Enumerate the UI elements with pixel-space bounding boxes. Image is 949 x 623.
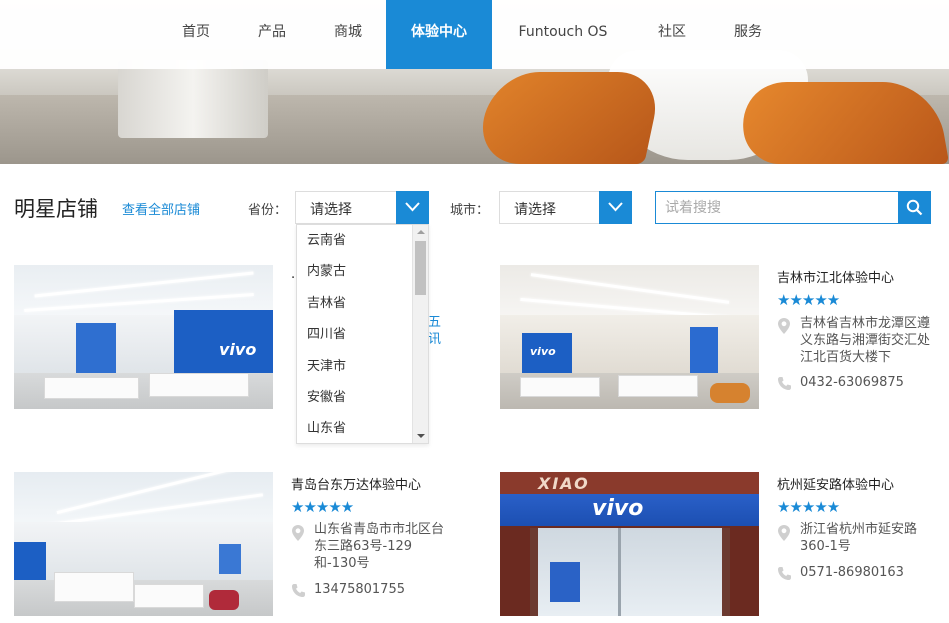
city-select-value: 请选择 <box>514 202 556 218</box>
province-dropdown-button[interactable] <box>396 191 429 224</box>
phone-icon <box>292 584 305 597</box>
nav-item-home[interactable]: 首页 <box>166 0 226 69</box>
dropdown-option[interactable]: 四川省 <box>297 319 428 350</box>
phone-icon <box>778 377 791 390</box>
store-front-image: XIAO vivo <box>500 472 759 616</box>
search-button[interactable] <box>898 191 931 224</box>
store-rating-stars: ★★★★★ <box>777 498 840 516</box>
dropdown-option[interactable]: 云南省 <box>297 225 428 256</box>
store-address: 浙江省杭州市延安路360-1号 <box>800 522 918 554</box>
dropdown-option[interactable]: 天津市 <box>297 351 428 382</box>
hero-chair-left <box>474 72 664 164</box>
store-rating-stars: ★★★★★ <box>291 498 354 516</box>
nav-item-products[interactable]: 产品 <box>242 0 302 69</box>
scroll-up-arrow-icon[interactable] <box>417 230 425 234</box>
location-pin-icon <box>778 318 790 334</box>
store-interior-image: vivo <box>500 265 759 409</box>
nav-item-funtouch-os[interactable]: Funtouch OS <box>506 0 620 69</box>
city-dropdown-button[interactable] <box>599 191 632 224</box>
nav-item-service[interactable]: 服务 <box>718 0 778 69</box>
nav-item-mall[interactable]: 商城 <box>318 0 378 69</box>
scrollbar-thumb[interactable] <box>415 241 426 295</box>
dropdown-option[interactable]: 吉林省 <box>297 288 428 319</box>
scroll-down-arrow-icon[interactable] <box>417 434 425 438</box>
store-address: 山东省青岛市市北区台东三路63号-129和-130号 <box>314 522 445 571</box>
chevron-down-icon <box>608 202 623 212</box>
nav-item-experience-center[interactable]: 体验中心 <box>386 0 492 69</box>
phone-icon <box>778 567 791 580</box>
search-box <box>655 191 931 224</box>
province-dropdown-list: 云南省 内蒙古 吉林省 四川省 天津市 安徽省 山东省 <box>296 224 429 444</box>
store-address-partial: 讯 <box>428 332 442 347</box>
store-name[interactable]: 吉林市江北体验中心 <box>777 267 894 286</box>
store-name[interactable]: 青岛台东万达体验中心 <box>291 474 421 493</box>
dropdown-option[interactable]: 安徽省 <box>297 382 428 413</box>
search-input[interactable] <box>656 192 899 223</box>
store-interior-image: vivo <box>14 265 273 409</box>
province-select-value: 请选择 <box>310 202 352 218</box>
store-rating-stars: ★★★★★ <box>777 291 840 309</box>
view-all-stores-link[interactable]: 查看全部店铺 <box>122 199 200 218</box>
store-name[interactable]: 杭州延安路体验中心 <box>777 474 894 493</box>
province-label: 省份： <box>248 203 288 218</box>
store-address-partial: 五 <box>428 315 442 330</box>
location-pin-icon <box>778 525 790 541</box>
store-photo[interactable]: vivo <box>500 265 759 409</box>
location-pin-icon <box>292 525 304 541</box>
page-title: 明星店铺 <box>14 197 98 221</box>
hero-display-pillar <box>118 60 268 138</box>
province-select[interactable]: 请选择 <box>295 191 429 224</box>
dropdown-scrollbar[interactable] <box>412 225 428 443</box>
store-photo[interactable]: vivo <box>14 265 273 409</box>
city-label: 城市： <box>450 203 490 218</box>
chevron-down-icon <box>405 202 420 212</box>
nav-item-community[interactable]: 社区 <box>642 0 702 69</box>
hero-chair-right <box>734 82 949 164</box>
store-phone: 0432-63069875 <box>800 375 904 390</box>
store-phone: 13475801755 <box>314 582 405 597</box>
store-photo[interactable]: XIAO vivo <box>500 472 759 616</box>
store-phone: 0571-86980163 <box>800 565 904 580</box>
top-nav: 首页 产品 商城 体验中心 Funtouch OS 社区 服务 <box>0 0 949 69</box>
city-select[interactable]: 请选择 <box>499 191 632 224</box>
store-interior-image <box>14 472 273 616</box>
search-icon <box>906 199 923 216</box>
dropdown-option[interactable]: 山东省 <box>297 413 428 443</box>
dropdown-option[interactable]: 内蒙古 <box>297 256 428 287</box>
store-photo[interactable] <box>14 472 273 616</box>
store-address: 吉林省吉林市龙潭区遵义东路与湘潭街交汇处江北百货大楼下 <box>800 316 931 365</box>
